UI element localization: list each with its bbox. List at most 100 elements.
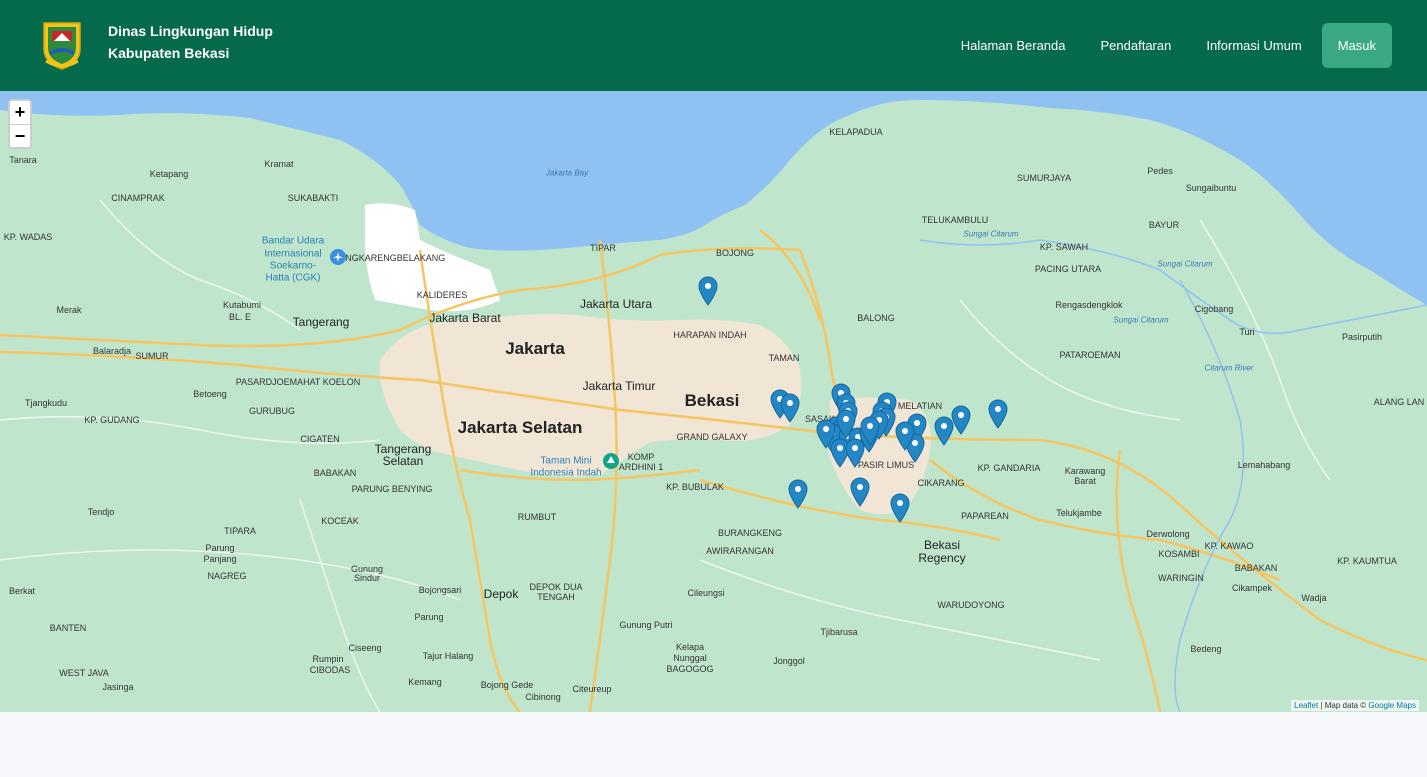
- map-label: KP. WADAS: [3, 232, 53, 242]
- map-label: Sindur: [353, 573, 381, 583]
- location-marker-icon[interactable]: [780, 393, 800, 423]
- map-label: Bojongsari: [418, 585, 462, 595]
- map-label: KOMP: [627, 452, 655, 462]
- map-label: Berkat: [8, 586, 36, 596]
- map-label: Cigobang: [1194, 304, 1234, 314]
- brand-line-2: Kabupaten Bekasi: [108, 45, 230, 61]
- zoom-control: + −: [8, 99, 32, 149]
- map-label: Tanara: [9, 155, 37, 165]
- map-label: Tendjo: [87, 507, 115, 517]
- bekasi-regency-logo-icon[interactable]: [40, 19, 84, 71]
- map-label: RUMBUT: [517, 512, 557, 522]
- map-label: Jonggol: [773, 656, 805, 666]
- map-label: PATAROEMAN: [1059, 350, 1121, 360]
- map-label: KP. BUBULAK: [666, 482, 724, 492]
- map-label: Soekarno-: [269, 260, 317, 272]
- map-label: Sungai Citarum: [1113, 315, 1169, 325]
- map-label: Rengasdengklok: [1055, 300, 1123, 310]
- map-label: Parung: [414, 612, 444, 622]
- map-label: PASARDJOEMAHAT KOELON: [235, 377, 361, 387]
- location-marker-icon[interactable]: [890, 493, 910, 523]
- nav-link-home[interactable]: Halaman Beranda: [961, 38, 1066, 53]
- map-label: Karawang: [1064, 466, 1106, 476]
- location-marker-icon[interactable]: [788, 479, 808, 509]
- location-marker-icon[interactable]: [951, 405, 971, 435]
- map-label: BOJONG: [715, 248, 755, 258]
- map-label: Turi: [1239, 327, 1255, 337]
- map-label: CENGKARENGBELAKANG: [332, 253, 446, 263]
- leaflet-map[interactable]: Jakarta Bekasi Jakarta Selatan Jakarta B…: [0, 91, 1427, 712]
- map-label: TELUKAMBULU: [921, 215, 989, 225]
- login-button[interactable]: Masuk: [1321, 23, 1392, 68]
- map-label: Jakarta Barat: [429, 311, 501, 325]
- map-label: CIKARANG: [917, 478, 965, 488]
- map-label: BL. E: [228, 312, 252, 322]
- map-label: Tjangkudu: [24, 398, 68, 408]
- map-label: Citeureup: [572, 684, 612, 694]
- map-label: CIBODAS: [309, 665, 351, 675]
- map-label: Derwolong: [1146, 529, 1190, 539]
- location-marker-icon[interactable]: [836, 409, 856, 439]
- map-label: Bekasi: [923, 538, 961, 552]
- map-label: PARUNG BENYING: [351, 484, 433, 494]
- leaflet-link[interactable]: Leaflet: [1294, 701, 1318, 710]
- map-label: Lemahabang: [1237, 460, 1291, 470]
- map-label: Parung: [205, 543, 235, 553]
- map-label: Panjang: [203, 554, 237, 564]
- map-label: WEST JAVA: [59, 668, 109, 678]
- map-label: KELAPADUA: [829, 127, 883, 137]
- map-label: HARAPAN INDAH: [673, 330, 747, 340]
- map-label: Citarum River: [1204, 363, 1254, 373]
- map-label: Bandar Udara: [261, 235, 325, 247]
- location-marker-icon[interactable]: [698, 276, 718, 306]
- google-maps-link[interactable]: Google Maps: [1368, 701, 1416, 710]
- map-label: TENGAH: [537, 592, 575, 602]
- nav-link-general-info[interactable]: Informasi Umum: [1206, 38, 1301, 53]
- map-label: Tjibarusa: [820, 627, 858, 637]
- location-marker-icon[interactable]: [850, 477, 870, 507]
- map-label: CIGATEN: [300, 434, 340, 444]
- map-label: SUMUR: [135, 351, 169, 361]
- nav-link-registration[interactable]: Pendaftaran: [1101, 38, 1172, 53]
- map-label: Jakarta Timur: [582, 379, 656, 393]
- map-label: BABAKAN: [1234, 563, 1278, 573]
- location-marker-icon[interactable]: [816, 419, 836, 449]
- map-label: GRAND GALAXY: [676, 432, 748, 442]
- map-label: BANTEN: [49, 623, 87, 633]
- map-label: Sungai Citarum: [963, 229, 1019, 239]
- map-label: Selatan: [382, 454, 424, 468]
- map-label: TAMAN: [768, 353, 800, 363]
- map-label: KOCEAK: [321, 516, 359, 526]
- map-label: Gunung Putri: [619, 620, 673, 630]
- map-label: Jakarta: [505, 339, 565, 358]
- map-label: BABAKAN: [313, 468, 357, 478]
- map-label: Bekasi: [684, 391, 740, 410]
- airport-icon: [330, 249, 346, 265]
- map-attribution: Leaflet | Map data © Google Maps: [1291, 700, 1419, 711]
- map-label: Ketapang: [149, 169, 189, 179]
- map-label: KP. KAWAO: [1204, 541, 1254, 551]
- map-label: Merak: [56, 305, 82, 315]
- location-marker-icon[interactable]: [988, 399, 1008, 429]
- map-label: Pedes: [1147, 166, 1173, 176]
- map-label: Sungaibuntu: [1185, 183, 1237, 193]
- location-marker-icon[interactable]: [860, 416, 880, 446]
- map-label: Kramat: [264, 159, 294, 169]
- zoom-out-button[interactable]: −: [10, 125, 30, 148]
- map-label: KP. GUDANG: [84, 415, 140, 425]
- zoom-in-button[interactable]: +: [10, 101, 30, 125]
- brand-line-1: Dinas Lingkungan Hidup: [108, 23, 273, 39]
- location-marker-icon[interactable]: [895, 421, 915, 451]
- map-label: KALIDERES: [416, 290, 468, 300]
- map-label: ARDHINI 1: [618, 462, 664, 472]
- map-label: Regency: [918, 551, 966, 565]
- map-label: PACING UTARA: [1034, 264, 1102, 274]
- map-label: WARINGIN: [1158, 573, 1204, 583]
- map-label: DEPOK DUA: [529, 582, 583, 592]
- map-label: KP. SAWAH: [1039, 242, 1089, 252]
- map-label: Tajur Halang: [422, 651, 474, 661]
- map-label: KOSAMBI: [1158, 549, 1200, 559]
- brand-title[interactable]: Dinas Lingkungan Hidup Kabupaten Bekasi: [108, 20, 273, 64]
- map-label: SUKABAKTI: [287, 193, 339, 203]
- map-label: ALANG LAN: [1373, 397, 1425, 407]
